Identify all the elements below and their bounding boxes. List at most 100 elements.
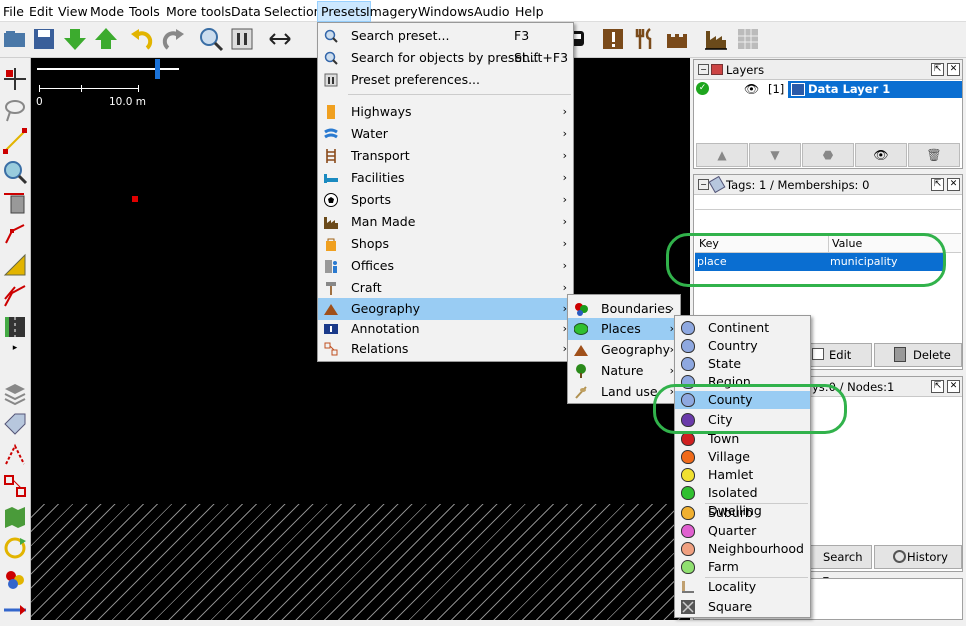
menu-file[interactable]: File (0, 3, 27, 21)
place-isolated-dwelling[interactable]: Isolated Dwelling (675, 484, 810, 518)
menu-item-facilities[interactable]: Facilities › (318, 167, 573, 189)
place-square[interactable]: Square (675, 598, 810, 616)
show-hide-icon[interactable]: 👁 (855, 143, 907, 167)
presets-menu: Search preset... F3 Search for objects by… (317, 22, 574, 362)
place-locality[interactable]: Locality (675, 578, 810, 596)
menu-item-highways[interactable]: Highways › (318, 101, 573, 123)
delete-button[interactable]: Delete (874, 343, 962, 367)
grid-icon[interactable] (735, 26, 761, 52)
menu-item-geography[interactable]: Geography › (318, 298, 573, 320)
submenu-item-places[interactable]: Places › (568, 318, 680, 340)
split-way-icon[interactable] (2, 221, 28, 247)
close-icon[interactable]: ✕ (947, 63, 960, 76)
menu-item-search-preset[interactable]: Search preset... F3 (318, 25, 573, 47)
menu-edit[interactable]: Edit (26, 3, 56, 21)
visibility-eye-icon[interactable]: 👁 (744, 82, 759, 96)
menu-item-craft[interactable]: Craft › (318, 277, 573, 299)
search-button[interactable]: Search ▾ (810, 545, 872, 586)
undock-icon[interactable]: ⇱ (931, 178, 944, 191)
measure-icon[interactable] (2, 252, 28, 278)
selection-panel-icon[interactable] (2, 442, 28, 468)
tags-title: Tags: 1 / Memberships: 0 (694, 175, 962, 195)
industrial-icon[interactable] (703, 26, 729, 52)
place-farm[interactable]: Farm (675, 558, 810, 576)
save-icon[interactable] (31, 26, 57, 52)
history-button[interactable]: History (874, 545, 962, 569)
restaurant-icon[interactable] (632, 26, 658, 52)
draw-icon[interactable] (2, 128, 28, 154)
undock-icon[interactable]: ⇱ (931, 63, 944, 76)
parallel-way-icon[interactable] (2, 283, 28, 309)
select-icon[interactable] (2, 66, 28, 92)
selected-node[interactable] (132, 196, 138, 202)
relations-panel-icon[interactable] (2, 473, 28, 499)
menu-view[interactable]: View (55, 3, 91, 21)
menu-selection[interactable]: Selection (261, 3, 325, 21)
lasso-icon[interactable] (2, 97, 28, 123)
menu-item-search-objects[interactable]: Search for objects by preset... Shift+F3 (318, 47, 573, 69)
merge-icon[interactable]: ⬣ (802, 143, 854, 167)
expand-arrow-icon[interactable]: ▸ (2, 343, 28, 357)
undock-icon[interactable]: ⇱ (931, 380, 944, 393)
info-point-icon[interactable] (600, 26, 626, 52)
open-icon[interactable] (2, 26, 28, 52)
layer-row[interactable]: ✓ 👁 [1] Data Layer 1 (694, 80, 962, 98)
menu-more-tools[interactable]: More tools (163, 3, 234, 21)
place-village[interactable]: Village (675, 448, 810, 466)
menu-mode[interactable]: Mode (87, 3, 127, 21)
zoom-mode-icon[interactable] (2, 159, 28, 185)
delete-mode-icon[interactable] (2, 190, 28, 216)
download-icon[interactable] (62, 26, 88, 52)
submenu-item-geography[interactable]: Geography › (568, 339, 680, 361)
submenu-item-boundaries[interactable]: Boundaries › (568, 298, 680, 320)
authors-icon[interactable] (2, 566, 28, 592)
active-check-icon[interactable]: ✓ (696, 82, 709, 95)
place-state[interactable]: State (675, 355, 810, 373)
menu-item-man-made[interactable]: Man Made › (318, 211, 573, 233)
mountain-icon (574, 345, 588, 356)
menu-help[interactable]: Help (512, 3, 547, 21)
place-quarter[interactable]: Quarter (675, 522, 810, 540)
redo-icon[interactable] (160, 26, 186, 52)
close-icon[interactable]: ✕ (947, 178, 960, 191)
submenu-item-nature[interactable]: Nature › (568, 360, 680, 382)
place-hamlet[interactable]: Hamlet (675, 466, 810, 484)
road-icon[interactable] (2, 314, 28, 340)
upload-icon[interactable] (93, 26, 119, 52)
preferences-icon[interactable] (229, 26, 255, 52)
map-paint-icon[interactable] (2, 504, 28, 530)
move-up-icon[interactable]: ▲ (696, 143, 748, 167)
place-continent[interactable]: Continent (675, 319, 810, 337)
delete-layer-icon[interactable]: 🗑 (908, 143, 960, 167)
zoom-slider-handle[interactable] (155, 59, 160, 79)
castle-icon[interactable] (664, 26, 690, 52)
collapse-icon[interactable]: − (698, 179, 709, 190)
close-icon[interactable]: ✕ (947, 380, 960, 393)
tags-panel-icon[interactable] (2, 411, 28, 437)
menu-audio[interactable]: Audio (471, 3, 513, 21)
menu-item-sports[interactable]: Sports › (318, 189, 573, 211)
zoom-icon[interactable] (198, 26, 224, 52)
menu-item-shops[interactable]: Shops › (318, 233, 573, 255)
menu-item-relations[interactable]: Relations › (318, 338, 573, 360)
move-icon[interactable] (2, 597, 28, 623)
place-suburb[interactable]: Suburb (675, 504, 810, 522)
place-neighbourhood[interactable]: Neighbourhood (675, 540, 810, 558)
menu-windows[interactable]: Windows (415, 3, 477, 21)
place-country[interactable]: Country (675, 337, 810, 355)
menu-tools[interactable]: Tools (126, 3, 163, 21)
menu-item-offices[interactable]: Offices › (318, 255, 573, 277)
menu-imagery[interactable]: Imagery (363, 3, 421, 21)
conflict-icon[interactable] (2, 535, 28, 561)
menu-item-annotation[interactable]: Annotation › (318, 318, 573, 340)
move-down-icon[interactable]: ▼ (749, 143, 801, 167)
menu-item-transport[interactable]: Transport › (318, 145, 573, 167)
align-icon[interactable] (267, 26, 293, 52)
layer-name[interactable]: Data Layer 1 (788, 81, 962, 98)
layers-panel-icon[interactable] (2, 380, 28, 406)
menu-item-preset-preferences[interactable]: Preset preferences... (318, 69, 573, 91)
menu-item-water[interactable]: Water › (318, 123, 573, 145)
undo-icon[interactable] (129, 26, 155, 52)
collapse-icon[interactable]: − (698, 64, 709, 75)
menu-data[interactable]: Data (228, 3, 264, 21)
